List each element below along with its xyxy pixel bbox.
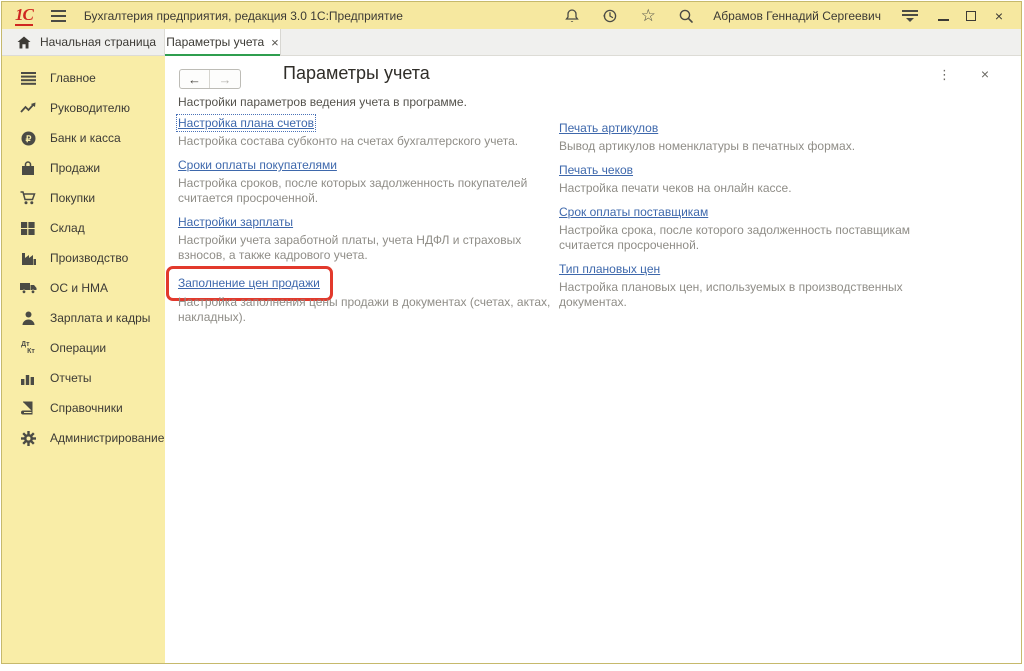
tab-bar: Начальная страница Параметры учета × [2, 29, 1021, 56]
trend-chart-icon [19, 100, 37, 116]
sidebar-item-pokupki[interactable]: Покупки [2, 183, 165, 213]
back-button[interactable]: ← [180, 70, 210, 88]
sidebar-item-proizvodstvo[interactable]: Производство [2, 243, 165, 273]
content-header: ← → Параметры учета ⋮ × [165, 56, 1021, 94]
setting-entry: Настройки зарплаты Настройки учета зараб… [178, 213, 559, 263]
sidebar-item-zarplata-i-kadry[interactable]: Зарплата и кадры [2, 303, 165, 333]
sidebar-item-os-i-nma[interactable]: ОС и НМА [2, 273, 165, 303]
link-srok-oplaty-postavshchikam[interactable]: Срок оплаты поставщикам [559, 205, 708, 219]
tab-close-icon[interactable]: × [271, 36, 279, 49]
setting-entry: Сроки оплаты покупателями Настройка срок… [178, 156, 559, 206]
sidebar-item-bank-i-kassa[interactable]: ₽ Банк и касса [2, 123, 165, 153]
sidebar-item-sklad[interactable]: Склад [2, 213, 165, 243]
close-icon[interactable]: × [985, 5, 1013, 27]
settings-column-right: Печать артикулов Вывод артикулов номенкл… [559, 119, 959, 332]
1c-logo-icon: 1С [15, 6, 33, 26]
ruble-circle-icon: ₽ [19, 130, 37, 146]
main-menu-icon[interactable] [51, 10, 66, 22]
page-intro: Настройки параметров ведения учета в про… [178, 95, 467, 109]
link-description: Настройки учета заработной платы, учета … [178, 233, 559, 263]
truck-icon [19, 280, 37, 296]
minimize-icon[interactable] [929, 5, 957, 27]
link-description: Настройка сроков, после которых задолжен… [178, 176, 559, 206]
debit-credit-icon: ДтКт [19, 340, 37, 356]
gear-icon [19, 430, 37, 446]
shopping-cart-icon [19, 190, 37, 206]
notifications-bell-icon[interactable] [559, 6, 585, 26]
link-description: Настройка печати чеков на онлайн кассе. [559, 181, 959, 196]
bar-chart-icon [19, 370, 37, 386]
link-description: Настройка заполнения цены продажи в доку… [178, 295, 559, 325]
link-nastroyka-plana-schetov[interactable]: Настройка плана счетов [178, 116, 314, 130]
sidebar: Главное Руководителю ₽ Банк и касса Прод… [2, 56, 165, 663]
window-title: Бухгалтерия предприятия, редакция 3.0 1С… [84, 9, 403, 23]
setting-entry: Заполнение цен продажи Настройка заполне… [178, 270, 559, 325]
tab-parametry-ucheta[interactable]: Параметры учета × [165, 29, 281, 55]
sidebar-item-rukovoditelyu[interactable]: Руководителю [2, 93, 165, 123]
service-menu-icon[interactable] [897, 6, 923, 26]
link-zapolnenie-cen-prodazhi[interactable]: Заполнение цен продажи [178, 276, 320, 290]
tab-home-page[interactable]: Начальная страница [2, 29, 165, 55]
shopping-bag-icon [19, 160, 37, 176]
link-nastroyki-zarplaty[interactable]: Настройки зарплаты [178, 215, 293, 229]
sidebar-item-prodazhi[interactable]: Продажи [2, 153, 165, 183]
setting-entry: Печать чеков Настройка печати чеков на о… [559, 161, 959, 196]
sidebar-item-glavnoe[interactable]: Главное [2, 63, 165, 93]
settings-columns: Настройка плана счетов Настройка состава… [178, 114, 959, 332]
setting-entry: Срок оплаты поставщикам Настройка срока,… [559, 203, 959, 253]
favorites-star-icon[interactable]: ☆ [635, 6, 661, 26]
setting-entry: Тип плановых цен Настройка плановых цен,… [559, 260, 959, 310]
link-tip-planovyh-cen[interactable]: Тип плановых цен [559, 262, 660, 276]
sidebar-item-administrirovanie[interactable]: Администрирование [2, 423, 165, 453]
bars-icon [19, 70, 37, 86]
svg-text:₽: ₽ [25, 133, 31, 143]
forward-button[interactable]: → [210, 70, 240, 88]
warehouse-grid-icon [19, 220, 37, 236]
setting-entry: Настройка плана счетов Настройка состава… [178, 114, 559, 149]
history-icon[interactable] [597, 6, 623, 26]
link-description: Настройка состава субконто на счетах бух… [178, 134, 559, 149]
content-area: ← → Параметры учета ⋮ × Настройки параме… [165, 56, 1021, 663]
person-icon [19, 310, 37, 326]
home-icon [17, 36, 31, 49]
sidebar-item-spravochniki[interactable]: Справочники [2, 393, 165, 423]
factory-icon [19, 250, 37, 266]
link-pechat-artikulov[interactable]: Печать артикулов [559, 121, 658, 135]
settings-column-left: Настройка плана счетов Настройка состава… [178, 114, 559, 332]
form-close-icon[interactable]: × [981, 67, 989, 81]
sidebar-item-operacii[interactable]: ДтКт Операции [2, 333, 165, 363]
link-description: Вывод артикулов номенклатуры в печатных … [559, 139, 959, 154]
search-icon[interactable] [673, 6, 699, 26]
window-controls: × [929, 5, 1013, 27]
screen: 1С Бухгалтерия предприятия, редакция 3.0… [0, 0, 1024, 671]
link-pechat-chekov[interactable]: Печать чеков [559, 163, 633, 177]
history-nav-buttons: ← → [179, 69, 241, 89]
setting-entry: Печать артикулов Вывод артикулов номенкл… [559, 119, 959, 154]
link-description: Настройка плановых цен, используемых в п… [559, 280, 959, 310]
maximize-icon[interactable] [957, 5, 985, 27]
page-title: Параметры учета [283, 63, 430, 84]
title-bar: 1С Бухгалтерия предприятия, редакция 3.0… [2, 2, 1021, 29]
sidebar-item-otchety[interactable]: Отчеты [2, 363, 165, 393]
link-description: Настройка срока, после которого задолжен… [559, 223, 959, 253]
current-user[interactable]: Абрамов Геннадий Сергеевич [713, 9, 881, 23]
link-sroki-oplaty-pokupatelyami[interactable]: Сроки оплаты покупателями [178, 158, 337, 172]
app-window: 1С Бухгалтерия предприятия, редакция 3.0… [1, 1, 1022, 664]
book-icon [19, 400, 37, 416]
more-menu-icon[interactable]: ⋮ [938, 68, 951, 81]
